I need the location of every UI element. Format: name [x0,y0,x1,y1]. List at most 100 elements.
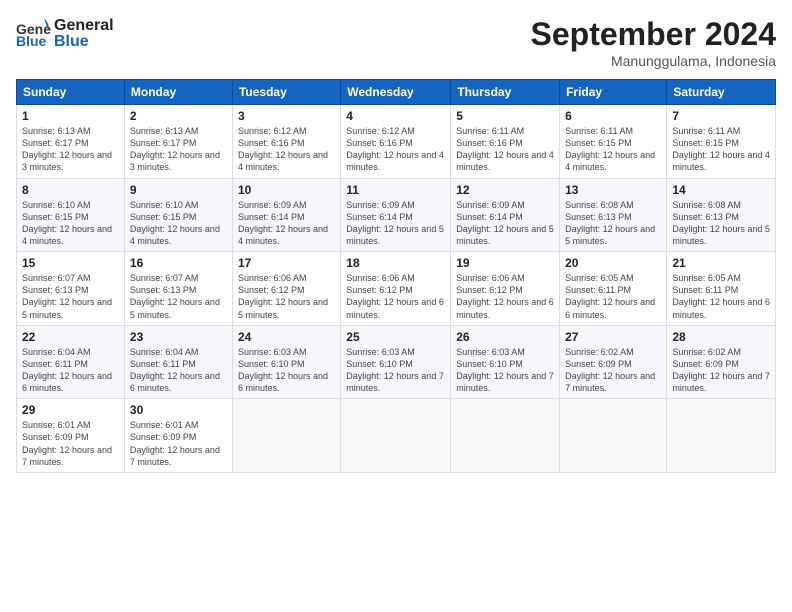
calendar-cell: 29Sunrise: 6:01 AMSunset: 6:09 PMDayligh… [17,399,125,473]
logo: General Blue General Blue [16,16,114,52]
calendar-cell: 11 Sunrise: 6:09 AMSunset: 6:14 PMDayligh… [341,178,451,252]
day-info: Sunrise: 6:01 AMSunset: 6:09 PMDaylight:… [22,419,119,468]
calendar-cell: 3 Sunrise: 6:12 AMSunset: 6:16 PMDaylight… [232,105,340,179]
calendar-cell: 26 Sunrise: 6:03 AMSunset: 6:10 PMDayligh… [451,325,560,399]
calendar-cell: 20 Sunrise: 6:05 AMSunset: 6:11 PMDayligh… [560,252,667,326]
calendar-cell: 10 Sunrise: 6:09 AMSunset: 6:14 PMDayligh… [232,178,340,252]
calendar-cell: 14Sunrise: 6:08 AMSunset: 6:13 PMDayligh… [667,178,776,252]
day-number: 15 [22,256,119,270]
weekday-header-friday: Friday [560,80,667,105]
calendar-cell: 6 Sunrise: 6:11 AMSunset: 6:15 PMDaylight… [560,105,667,179]
calendar-cell: 16Sunrise: 6:07 AMSunset: 6:13 PMDayligh… [124,252,232,326]
day-number: 12 [456,183,554,197]
logo-label: General Blue [54,18,114,50]
day-info: Sunrise: 6:03 AMSunset: 6:10 PMDaylight:… [456,346,554,395]
day-number: 26 [456,330,554,344]
day-info: Sunrise: 6:06 AMSunset: 6:12 PMDaylight:… [456,272,554,321]
calendar-cell: 19 Sunrise: 6:06 AMSunset: 6:12 PMDayligh… [451,252,560,326]
weekday-header-monday: Monday [124,80,232,105]
day-number: 1 [22,109,119,123]
calendar-week-row: 22 Sunrise: 6:04 AMSunset: 6:11 PMDayligh… [17,325,776,399]
calendar-cell [341,399,451,473]
day-info: Sunrise: 6:03 AMSunset: 6:10 PMDaylight:… [238,346,335,395]
day-info: Sunrise: 6:11 AMSunset: 6:16 PMDaylight:… [456,125,554,174]
calendar-page: General Blue General Blue September 2024… [0,0,792,612]
calendar-cell [451,399,560,473]
logo-blue-text: Blue [54,34,114,50]
day-info: Sunrise: 6:12 AMSunset: 6:16 PMDaylight:… [346,125,445,174]
calendar-cell: 9Sunrise: 6:10 AMSunset: 6:15 PMDaylight… [124,178,232,252]
calendar-cell: 13Sunrise: 6:08 AMSunset: 6:13 PMDayligh… [560,178,667,252]
day-info: Sunrise: 6:05 AMSunset: 6:11 PMDaylight:… [565,272,661,321]
logo-general-text: General [54,18,114,34]
calendar-cell: 22Sunrise: 6:04 AMSunset: 6:11 PMDayligh… [17,325,125,399]
day-info: Sunrise: 6:12 AMSunset: 6:16 PMDaylight:… [238,125,335,174]
calendar-cell: 18 Sunrise: 6:06 AMSunset: 6:12 PMDayligh… [341,252,451,326]
day-info: Sunrise: 6:11 AMSunset: 6:15 PMDaylight:… [672,125,770,174]
weekday-header-wednesday: Wednesday [341,80,451,105]
day-number: 22 [22,330,119,344]
day-number: 30 [130,403,227,417]
calendar-cell: 7 Sunrise: 6:11 AMSunset: 6:15 PMDaylight… [667,105,776,179]
day-info: Sunrise: 6:01 AMSunset: 6:09 PMDaylight:… [130,419,227,468]
day-number: 17 [238,256,335,270]
calendar-cell: 21 Sunrise: 6:05 AMSunset: 6:11 PMDayligh… [667,252,776,326]
calendar-week-row: 1 Sunrise: 6:13 AMSunset: 6:17 PMDaylight… [17,105,776,179]
day-info: Sunrise: 6:09 AMSunset: 6:14 PMDaylight:… [456,199,554,248]
day-info: Sunrise: 6:03 AMSunset: 6:10 PMDaylight:… [346,346,445,395]
calendar-week-row: 15Sunrise: 6:07 AMSunset: 6:13 PMDayligh… [17,252,776,326]
calendar-cell: 1 Sunrise: 6:13 AMSunset: 6:17 PMDaylight… [17,105,125,179]
day-info: Sunrise: 6:13 AMSunset: 6:17 PMDaylight:… [22,125,119,174]
day-number: 24 [238,330,335,344]
day-info: Sunrise: 6:08 AMSunset: 6:13 PMDaylight:… [565,199,661,248]
svg-text:Blue: Blue [16,33,47,49]
header: General Blue General Blue September 2024… [16,16,776,69]
day-number: 20 [565,256,661,270]
month-title: September 2024 [531,16,776,53]
calendar-cell: 5Sunrise: 6:11 AMSunset: 6:16 PMDaylight… [451,105,560,179]
weekday-header-sunday: Sunday [17,80,125,105]
day-number: 2 [130,109,227,123]
day-number: 25 [346,330,445,344]
calendar-cell: 4 Sunrise: 6:12 AMSunset: 6:16 PMDaylight… [341,105,451,179]
day-number: 27 [565,330,661,344]
day-number: 4 [346,109,445,123]
weekday-header-tuesday: Tuesday [232,80,340,105]
day-number: 6 [565,109,661,123]
calendar-cell: 8 Sunrise: 6:10 AMSunset: 6:15 PMDaylight… [17,178,125,252]
day-number: 21 [672,256,770,270]
day-info: Sunrise: 6:13 AMSunset: 6:17 PMDaylight:… [130,125,227,174]
day-number: 7 [672,109,770,123]
day-number: 8 [22,183,119,197]
day-info: Sunrise: 6:08 AMSunset: 6:13 PMDaylight:… [672,199,770,248]
calendar-cell: 25 Sunrise: 6:03 AMSunset: 6:10 PMDayligh… [341,325,451,399]
day-number: 23 [130,330,227,344]
day-info: Sunrise: 6:05 AMSunset: 6:11 PMDaylight:… [672,272,770,321]
day-info: Sunrise: 6:06 AMSunset: 6:12 PMDaylight:… [238,272,335,321]
day-info: Sunrise: 6:09 AMSunset: 6:14 PMDaylight:… [238,199,335,248]
weekday-header-row: SundayMondayTuesdayWednesdayThursdayFrid… [17,80,776,105]
day-info: Sunrise: 6:09 AMSunset: 6:14 PMDaylight:… [346,199,445,248]
logo-icon: General Blue [16,16,52,52]
calendar-cell: 17 Sunrise: 6:06 AMSunset: 6:12 PMDayligh… [232,252,340,326]
day-info: Sunrise: 6:04 AMSunset: 6:11 PMDaylight:… [130,346,227,395]
calendar-cell: 30 Sunrise: 6:01 AMSunset: 6:09 PMDayligh… [124,399,232,473]
day-info: Sunrise: 6:06 AMSunset: 6:12 PMDaylight:… [346,272,445,321]
day-number: 10 [238,183,335,197]
day-number: 18 [346,256,445,270]
weekday-header-thursday: Thursday [451,80,560,105]
day-info: Sunrise: 6:02 AMSunset: 6:09 PMDaylight:… [565,346,661,395]
day-info: Sunrise: 6:11 AMSunset: 6:15 PMDaylight:… [565,125,661,174]
calendar-week-row: 8 Sunrise: 6:10 AMSunset: 6:15 PMDaylight… [17,178,776,252]
calendar-cell: 24 Sunrise: 6:03 AMSunset: 6:10 PMDayligh… [232,325,340,399]
calendar-week-row: 29Sunrise: 6:01 AMSunset: 6:09 PMDayligh… [17,399,776,473]
day-number: 3 [238,109,335,123]
day-info: Sunrise: 6:10 AMSunset: 6:15 PMDaylight:… [22,199,119,248]
calendar-table: SundayMondayTuesdayWednesdayThursdayFrid… [16,79,776,473]
day-number: 11 [346,183,445,197]
day-number: 19 [456,256,554,270]
calendar-cell: 28Sunrise: 6:02 AMSunset: 6:09 PMDayligh… [667,325,776,399]
calendar-cell [232,399,340,473]
location: Manunggulama, Indonesia [531,53,776,69]
day-number: 16 [130,256,227,270]
